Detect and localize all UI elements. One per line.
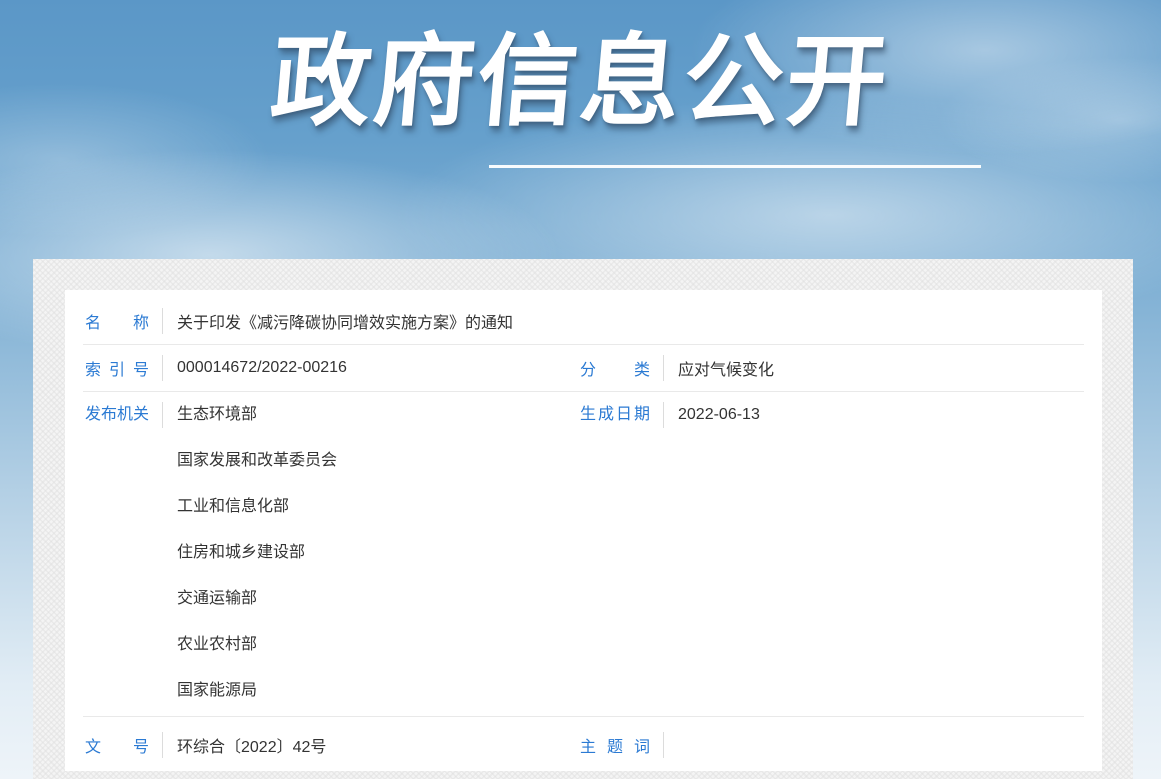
banner: 政府信息公开 xyxy=(0,0,1161,259)
name-label: 名称 xyxy=(85,309,149,333)
vertical-divider xyxy=(162,308,163,334)
publisher-item: 住房和城乡建设部 xyxy=(177,530,580,576)
subject-label: 主题词 xyxy=(580,733,650,757)
publisher-item: 国家能源局 xyxy=(177,668,580,714)
vertical-divider xyxy=(162,355,163,381)
doc-number-label: 文号 xyxy=(85,733,149,757)
publish-date-value: 2022-06-13 xyxy=(678,392,1084,438)
publisher-item: 生态环境部 xyxy=(177,392,580,438)
publisher-label: 发布机关 xyxy=(85,392,149,438)
page-title: 政府信息公开 xyxy=(0,20,1161,144)
row-docnumber-subject: 文号 环综合〔2022〕42号 主题词 xyxy=(83,717,1084,773)
index-no-label: 索引号 xyxy=(85,356,149,380)
row-index-category: 索引号 000014672/2022-00216 分类 应对气候变化 xyxy=(83,345,1084,392)
index-no-value: 000014672/2022-00216 xyxy=(177,359,580,377)
doc-number-value: 环综合〔2022〕42号 xyxy=(177,733,580,757)
vertical-divider xyxy=(162,402,163,428)
publisher-item: 工业和信息化部 xyxy=(177,484,580,530)
category-value: 应对气候变化 xyxy=(678,356,1084,380)
vertical-divider xyxy=(162,732,163,758)
publisher-item: 农业农村部 xyxy=(177,622,580,668)
vertical-divider xyxy=(663,402,664,428)
page: { "banner": { "title": "政府信息公开" }, "colo… xyxy=(0,0,1161,779)
row-name: 名称 关于印发《减污降碳协同增效实施方案》的通知 xyxy=(83,298,1084,345)
publisher-item: 交通运输部 xyxy=(177,576,580,622)
title-underline xyxy=(489,165,981,168)
publisher-item: 国家发展和改革委员会 xyxy=(177,438,580,484)
vertical-divider xyxy=(663,355,664,381)
category-label: 分类 xyxy=(580,356,650,380)
name-value: 关于印发《减污降碳协同增效实施方案》的通知 xyxy=(177,309,1084,333)
publisher-list: 生态环境部 国家发展和改革委员会 工业和信息化部 住房和城乡建设部 交通运输部 … xyxy=(177,392,580,716)
row-publisher-date: 发布机关 生态环境部 国家发展和改革委员会 工业和信息化部 住房和城乡建设部 交… xyxy=(83,392,1084,717)
publish-date-label: 生成日期 xyxy=(580,392,650,438)
vertical-divider xyxy=(663,732,664,758)
info-card: 名称 关于印发《减污降碳协同增效实施方案》的通知 索引号 000014672/2… xyxy=(65,290,1102,771)
content-panel: 名称 关于印发《减污降碳协同增效实施方案》的通知 索引号 000014672/2… xyxy=(33,259,1133,779)
